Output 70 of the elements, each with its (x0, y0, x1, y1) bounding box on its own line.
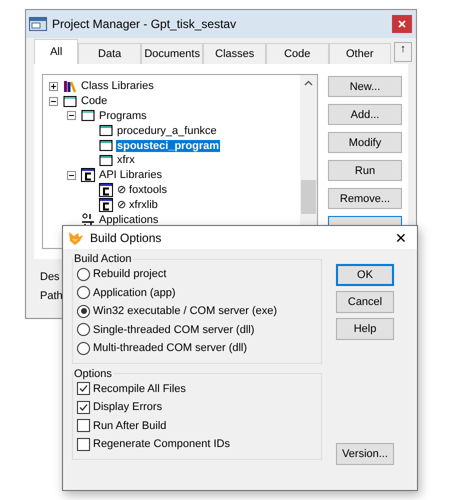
info-label: Path (40, 290, 63, 302)
tree-item[interactable]: procedury_a_funkce (116, 124, 218, 137)
checkbox[interactable] (77, 438, 90, 451)
scroll-thumb[interactable] (301, 180, 316, 214)
tab[interactable]: Code (266, 43, 328, 64)
window-icon (63, 94, 77, 108)
option-label: Win32 executable / COM server (exe) (93, 305, 278, 318)
option-label: Run After Build (93, 420, 166, 432)
expander-icon[interactable] (67, 170, 78, 180)
window-icon (81, 109, 95, 122)
dialog-button[interactable]: OK (336, 264, 394, 286)
tab[interactable]: Classes (203, 43, 266, 64)
radio-button[interactable] (77, 304, 90, 318)
pm-button[interactable]: Add... (328, 104, 402, 125)
c-file-icon (99, 182, 113, 197)
close-icon (398, 20, 406, 28)
books-icon (63, 80, 77, 93)
expander-icon[interactable] (49, 96, 60, 106)
tree-item[interactable]: Programs (98, 110, 148, 122)
window-icon (99, 154, 113, 167)
collapse-button[interactable]: ↑ (394, 42, 412, 62)
info-label: Des (40, 271, 60, 283)
tab[interactable]: Documents (140, 43, 204, 64)
radio-button[interactable] (77, 323, 90, 336)
window-title: Project Manager - Gpt_tisk_sestav (52, 17, 236, 31)
pm-button[interactable]: New... (328, 76, 402, 97)
close-button[interactable] (392, 15, 412, 33)
radio-button[interactable] (77, 286, 90, 300)
option-label: Multi-threaded COM server (dll) (93, 342, 248, 354)
window-icon (29, 17, 47, 31)
tree-item[interactable]: Code (80, 95, 108, 108)
tree-item[interactable]: xfrx (116, 154, 136, 166)
tab[interactable]: Other (328, 43, 392, 64)
scroll-up-icon[interactable] (304, 80, 313, 86)
tree-item[interactable]: API Libraries (98, 169, 163, 182)
radio-button[interactable] (77, 342, 90, 355)
pm-button[interactable]: Remove... (328, 188, 402, 209)
option-label: Application (app) (93, 286, 176, 299)
tree-item[interactable]: spousteci_program (116, 140, 220, 152)
version-button[interactable]: Version... (336, 443, 394, 465)
group-title: Options (74, 368, 113, 380)
window-icon (99, 124, 113, 138)
expander-icon[interactable] (49, 82, 60, 91)
app-icon (81, 213, 95, 226)
option-label: Single-threaded COM server (dll) (93, 324, 254, 336)
tree-item[interactable]: ⊘ xfrxlib (116, 198, 159, 212)
window-icon (99, 139, 113, 152)
checkbox[interactable] (77, 382, 90, 396)
tree-item[interactable]: ⊘ foxtools (116, 183, 168, 196)
pm-button[interactable]: Run (328, 160, 402, 181)
pm-button[interactable]: Modify (328, 132, 402, 153)
close-button[interactable]: ✕ (395, 230, 407, 246)
tab[interactable]: All (34, 39, 78, 64)
tab[interactable]: Data (78, 43, 141, 64)
option-label: Display Errors (93, 401, 162, 414)
radio-button[interactable] (77, 268, 90, 281)
option-label: Recompile All Files (93, 382, 186, 395)
c-file-icon (99, 198, 113, 212)
c-file-icon (81, 168, 95, 182)
tree-item[interactable]: Applications (98, 214, 160, 226)
option-label: Rebuild project (93, 268, 166, 280)
checkbox[interactable] (77, 400, 90, 414)
dialog-title: Build Options (90, 230, 162, 244)
dialog-button[interactable]: Cancel (336, 291, 394, 313)
expander-icon[interactable] (67, 111, 78, 120)
checkbox[interactable] (77, 419, 90, 432)
dialog-button[interactable]: Help (336, 318, 394, 340)
option-label: Regenerate Component IDs (93, 438, 230, 450)
group-title: Build Action (74, 253, 132, 265)
tree-item[interactable]: Class Libraries (80, 80, 155, 92)
